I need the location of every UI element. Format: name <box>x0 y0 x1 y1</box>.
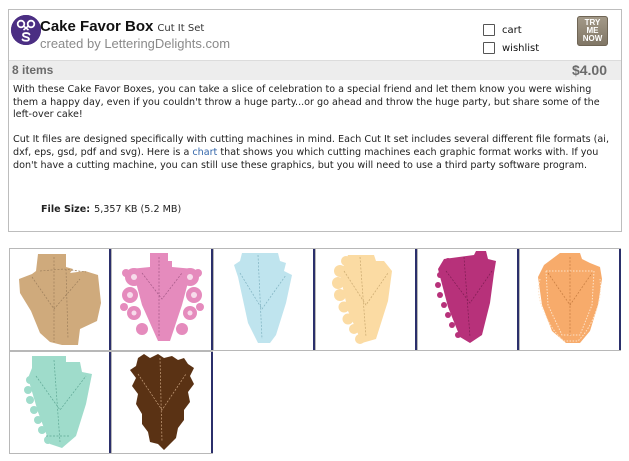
thumbnail-mint[interactable] <box>9 351 111 454</box>
cart-label: cart <box>502 24 522 36</box>
price: $4.00 <box>571 62 607 78</box>
product-title[interactable]: Cake Favor Box <box>40 18 153 35</box>
dotted-magenta-image <box>435 251 496 343</box>
thumbnail-flourish[interactable] <box>111 248 213 351</box>
thumbnail-brown-rough[interactable] <box>111 351 213 454</box>
thumbnail-edge <box>211 352 213 453</box>
thumbnail-scalloped-cream[interactable] <box>315 248 417 351</box>
cart-checkbox[interactable] <box>483 24 495 36</box>
product-card: Cake Favor Box Cut It Set created by Lett… <box>8 9 622 232</box>
plain-box-image <box>19 254 101 345</box>
file-size-label: File Size: <box>41 204 91 215</box>
thumbnail-grid <box>9 248 621 455</box>
description-paragraph-2: Cut It files are designed specifically w… <box>13 134 617 172</box>
mint-image <box>24 356 92 448</box>
wishlist-label: wishlist <box>502 42 540 54</box>
flourish-shape <box>120 253 204 341</box>
thumbnail-edge <box>619 249 621 350</box>
thumbnail-light-blue[interactable] <box>213 248 315 351</box>
summary-bar: 8 items $4.00 <box>9 60 621 80</box>
plain-box-shape <box>19 254 101 345</box>
chart-link[interactable]: chart <box>192 147 217 158</box>
mint-shape <box>24 356 92 448</box>
cart-toggle[interactable]: cart <box>483 24 522 36</box>
product-subtitle: Cut It Set <box>157 23 205 34</box>
wishlist-checkbox[interactable] <box>483 42 495 54</box>
scalloped-cream-image <box>332 255 392 344</box>
item-count: 8 items <box>12 63 54 77</box>
product-header: Cake Favor Box Cut It Set created by Lett… <box>9 10 621 60</box>
description: With these Cake Favor Boxes, you can tak… <box>13 84 617 185</box>
brown-rough-image <box>130 354 194 450</box>
lace-orange-image <box>538 253 602 343</box>
thumbnail-lace-orange[interactable] <box>519 248 621 351</box>
title-row: Cake Favor Box Cut It Set <box>40 16 204 35</box>
light-blue-shape <box>234 253 292 343</box>
scalloped-cream-shape <box>332 255 392 344</box>
file-size: File Size: 5,357 KB (5.2 MB) <box>41 204 181 215</box>
file-size-value: 5,357 KB (5.2 MB) <box>94 204 182 215</box>
thumbnail-dotted-magenta[interactable] <box>417 248 519 351</box>
flourish-image <box>120 253 204 341</box>
creator-byline: created by LetteringDelights.com <box>40 36 231 51</box>
try-me-now-button[interactable]: TRY ME NOW <box>577 16 608 46</box>
light-blue-image <box>234 253 292 343</box>
description-paragraph-1: With these Cake Favor Boxes, you can tak… <box>13 84 600 121</box>
wishlist-toggle[interactable]: wishlist <box>483 42 539 54</box>
thumbnail-plain-box[interactable] <box>9 248 111 351</box>
try-me-line-3: NOW <box>582 34 603 43</box>
lettering-delights-logo-icon <box>11 15 41 45</box>
